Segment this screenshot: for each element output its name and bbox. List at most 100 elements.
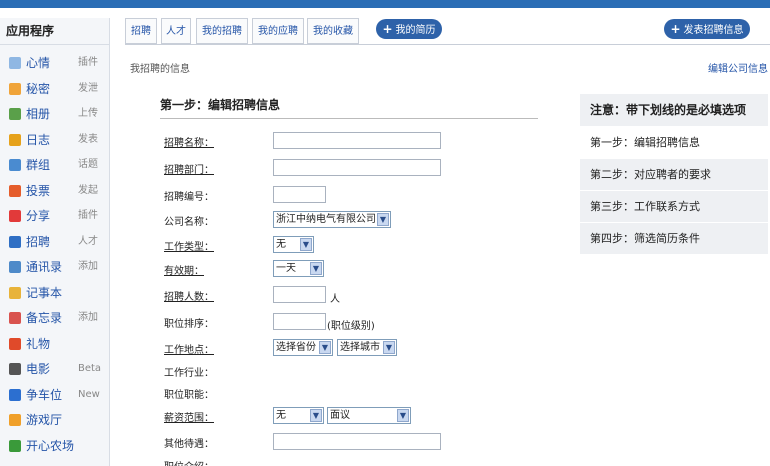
blog-icon: [9, 133, 21, 146]
work-type-select[interactable]: 无 ▼: [273, 236, 314, 253]
sidebar-item[interactable]: 心情 插件: [0, 52, 110, 74]
sidebar-item[interactable]: 群组 话题: [0, 154, 110, 176]
sidebar-item-action[interactable]: Beta: [78, 358, 101, 380]
tab-divider: [125, 44, 770, 45]
salary-from-value: 无: [276, 410, 286, 421]
sidebar-item-label: 备忘录: [26, 311, 63, 325]
memo-icon: [9, 312, 21, 324]
top-bar: [0, 0, 770, 8]
department-label: 招聘部门：: [164, 165, 214, 176]
sidebar-item-label: 分享: [26, 209, 51, 223]
secret-icon: [9, 82, 21, 95]
province-select[interactable]: 选择省份 ▼: [273, 339, 333, 356]
sidebar-item[interactable]: 分享 插件: [0, 205, 110, 227]
sidebar-item-label: 心情: [26, 56, 51, 70]
form-title: 第一步：编辑招聘信息: [160, 98, 281, 112]
post-job-label: 发表招聘信息: [683, 25, 744, 36]
steps-panel: 注意：带下划线的是必填选项 第一步：编辑招聘信息 第二步：对应聘者的要求 第三步…: [580, 94, 768, 254]
job-number-input[interactable]: [273, 186, 326, 203]
sidebar-item-action[interactable]: 发泄: [78, 78, 98, 100]
sidebar-item[interactable]: 投票 发起: [0, 180, 110, 202]
salary-to-select[interactable]: 面议 ▼: [327, 407, 411, 424]
validity-label: 有效期：: [164, 266, 204, 277]
chevron-down-icon: ▼: [310, 262, 322, 275]
sidebar-item-action[interactable]: 插件: [78, 52, 98, 74]
post-job-button[interactable]: + 发表招聘信息: [664, 19, 750, 39]
sidebar-item[interactable]: 记事本: [0, 282, 110, 304]
salary-to-value: 面议: [330, 410, 350, 421]
sidebar-item[interactable]: 秘密 发泄: [0, 78, 110, 100]
chevron-down-icon: ▼: [377, 213, 389, 226]
rank-suffix: (职位级别): [327, 321, 375, 332]
sidebar-item-label: 投票: [26, 183, 51, 198]
company-name-label: 公司名称：: [164, 217, 214, 228]
my-resume-button[interactable]: + 我的简历: [376, 19, 442, 39]
contacts-icon: [9, 261, 21, 273]
salary-label: 薪资范围：: [164, 413, 214, 424]
work-type-value: 无: [276, 239, 286, 250]
benefits-input[interactable]: [273, 433, 441, 450]
edit-company-link[interactable]: 编辑公司信息: [708, 60, 768, 75]
step-1[interactable]: 第一步：编辑招聘信息: [580, 126, 768, 158]
sidebar-item-action[interactable]: 插件: [78, 205, 98, 227]
sidebar-item-label: 秘密: [26, 81, 51, 96]
sidebar-item-action[interactable]: 发起: [78, 180, 98, 202]
headcount-label: 招聘人数：: [164, 292, 214, 303]
sidebar-item-action[interactable]: 添加: [78, 307, 98, 329]
sidebar-title: 应用程序: [0, 18, 109, 45]
headcount-input[interactable]: [273, 286, 326, 303]
sidebar-item[interactable]: 招聘 人才: [0, 231, 110, 253]
step-3[interactable]: 第三步：工作联系方式: [580, 190, 768, 222]
sidebar-item-action[interactable]: 上传: [78, 103, 98, 125]
recruit-icon: [9, 235, 21, 248]
city-value: 选择城市: [340, 342, 380, 353]
validity-select[interactable]: 一天 ▼: [273, 260, 324, 277]
validity-value: 一天: [276, 263, 296, 274]
rank-input[interactable]: [273, 313, 326, 330]
tab-my-favorites[interactable]: 我的收藏: [307, 18, 359, 44]
sidebar-item[interactable]: 备忘录 添加: [0, 307, 110, 329]
sidebar-item-label: 开心农场: [26, 438, 75, 453]
group-icon: [9, 159, 21, 171]
job-name-input[interactable]: [273, 132, 441, 149]
album-icon: [9, 108, 21, 120]
form-divider: [160, 118, 538, 119]
industry-label: 工作行业：: [164, 368, 214, 379]
sidebar-item[interactable]: 通讯录 添加: [0, 256, 110, 278]
sidebar-item[interactable]: 争车位 New: [0, 384, 110, 406]
vote-icon: [9, 184, 21, 197]
sidebar-item-label: 相册: [26, 107, 51, 121]
salary-from-select[interactable]: 无 ▼: [273, 407, 324, 424]
tab-my-applications[interactable]: 我的应聘: [252, 18, 304, 44]
benefits-label: 其他待遇：: [164, 439, 214, 450]
step-4[interactable]: 第四步：筛选简历条件: [580, 222, 768, 254]
rank-label: 职位排序：: [164, 319, 214, 330]
sidebar-item[interactable]: 日志 发表: [0, 129, 110, 151]
sidebar-item-label: 电影: [26, 362, 51, 376]
sidebar-item-action[interactable]: 人才: [78, 231, 98, 253]
chevron-down-icon: ▼: [383, 341, 395, 354]
tab-my-recruitments[interactable]: 我的招聘: [196, 18, 248, 44]
chevron-down-icon: ▼: [310, 409, 322, 422]
step-2[interactable]: 第二步：对应聘者的要求: [580, 158, 768, 190]
sidebar-item-label: 招聘: [26, 234, 51, 249]
sidebar-item-action[interactable]: 发表: [78, 129, 98, 151]
tab-recruit[interactable]: 招聘: [125, 18, 157, 44]
sidebar-item[interactable]: 游戏厅: [0, 409, 110, 431]
sidebar-item-action[interactable]: 话题: [78, 154, 98, 176]
work-type-label: 工作类型：: [164, 242, 214, 253]
sidebar-item[interactable]: 相册 上传: [0, 103, 110, 125]
chevron-down-icon: ▼: [300, 238, 312, 251]
sidebar-item[interactable]: 开心农场: [0, 435, 110, 457]
department-input[interactable]: [273, 159, 441, 176]
sidebar-item[interactable]: 电影 Beta: [0, 358, 110, 380]
tab-talent[interactable]: 人才: [161, 18, 191, 44]
sidebar-item[interactable]: 礼物: [0, 333, 110, 355]
company-select[interactable]: 浙江中纳电气有限公司 ▼: [273, 211, 391, 228]
share-icon: [9, 210, 21, 222]
plus-icon: +: [382, 22, 393, 36]
city-select[interactable]: 选择城市 ▼: [337, 339, 397, 356]
sidebar-item-action[interactable]: New: [78, 384, 100, 406]
sidebar-item-label: 记事本: [26, 285, 63, 300]
sidebar-item-action[interactable]: 添加: [78, 256, 98, 278]
